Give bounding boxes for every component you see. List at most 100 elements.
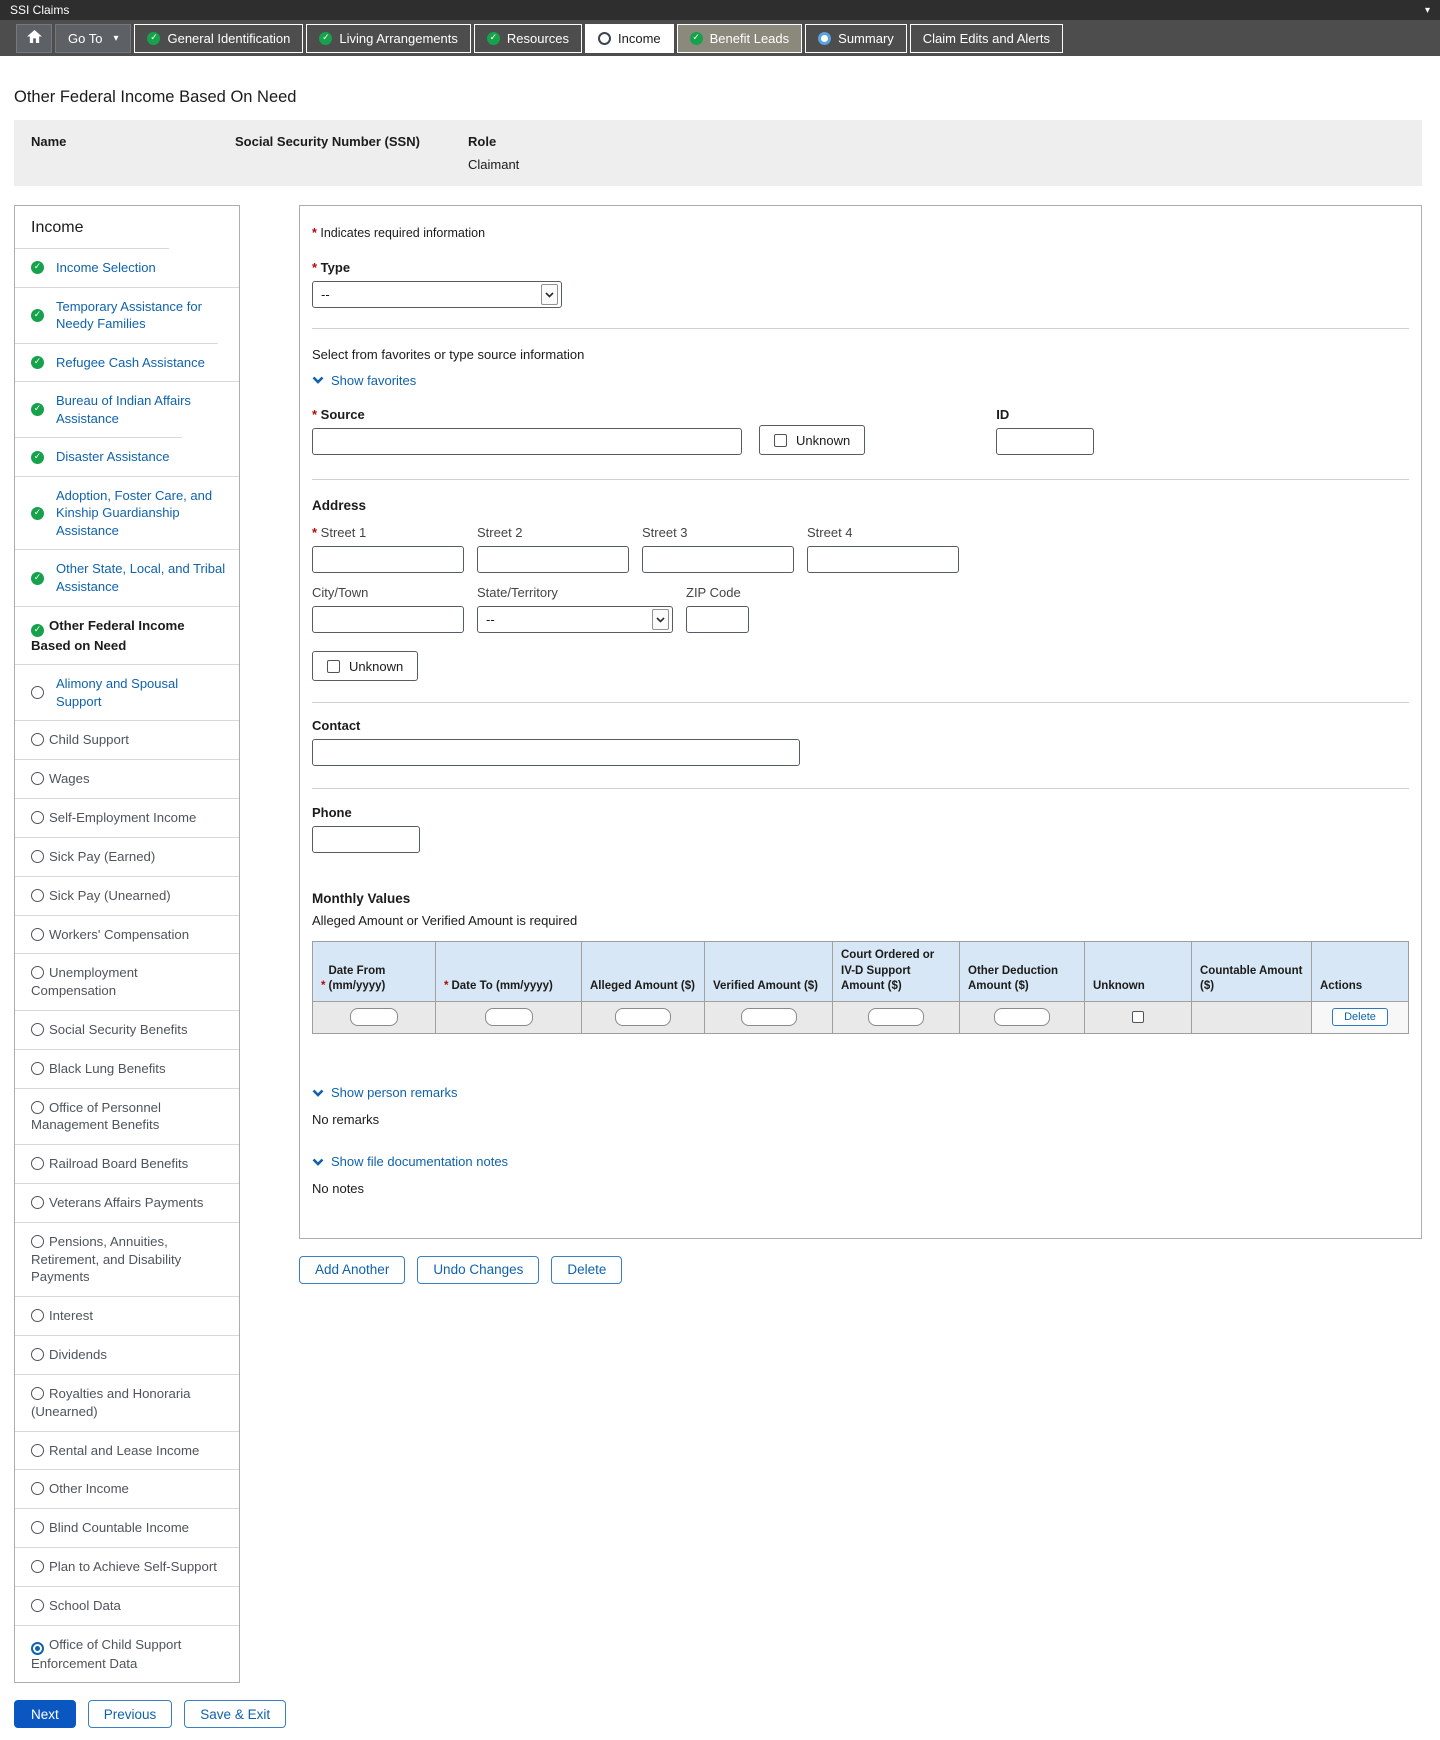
- sidebar-item[interactable]: Pensions, Annuities, Retirement, and Dis…: [15, 1221, 239, 1296]
- unknown-checkbox[interactable]: [1132, 1011, 1144, 1024]
- show-favorites-link[interactable]: Show favorites: [312, 373, 416, 388]
- save-exit-button[interactable]: Save & Exit: [184, 1700, 287, 1729]
- nav-tab[interactable]: Resources: [473, 23, 582, 53]
- alleged-amount-input[interactable]: [615, 1008, 671, 1027]
- nav-tab[interactable]: Summary: [805, 23, 907, 53]
- sidebar-item[interactable]: Sick Pay (Unearned): [15, 875, 239, 915]
- next-button[interactable]: Next: [14, 1700, 76, 1729]
- source-input[interactable]: [312, 428, 742, 455]
- sidebar-item[interactable]: Sick Pay (Earned): [15, 836, 239, 876]
- street3-input[interactable]: [642, 546, 794, 573]
- other-deduction-amount-input[interactable]: [994, 1008, 1050, 1027]
- verified-amount-cell: [705, 1001, 833, 1033]
- page-actions: Next Previous Save & Exit: [14, 1700, 1422, 1729]
- row-delete-button[interactable]: Delete: [1332, 1008, 1388, 1027]
- sidebar-item-label: Blind Countable Income: [49, 1520, 190, 1536]
- sidebar-item[interactable]: Adoption, Foster Care, and Kinship Guard…: [15, 475, 239, 550]
- item-status-icon: [31, 888, 44, 902]
- sidebar-item[interactable]: Dividends: [15, 1335, 239, 1374]
- street4-input[interactable]: [807, 546, 959, 573]
- sidebar-item[interactable]: Office of Personnel Management Benefits: [15, 1087, 239, 1145]
- contact-input[interactable]: [312, 739, 800, 766]
- nav-tab[interactable]: Income: [585, 23, 674, 53]
- home-icon: [26, 30, 42, 46]
- sidebar-item[interactable]: Workers' Compensation: [15, 914, 239, 954]
- item-status-icon: [31, 1234, 44, 1248]
- nav-tab[interactable]: Living Arrangements: [306, 23, 471, 53]
- nav-tab[interactable]: General Identification: [134, 23, 304, 53]
- city-input[interactable]: [312, 606, 464, 633]
- sidebar-item-label: Dividends: [49, 1347, 107, 1363]
- sidebar-title: Income: [31, 219, 84, 236]
- street1-input[interactable]: [312, 546, 464, 573]
- tab-status-icon: [486, 31, 500, 45]
- previous-button[interactable]: Previous: [87, 1700, 173, 1729]
- address-unknown-toggle[interactable]: Unknown: [312, 651, 419, 681]
- monthly-values-note: Alleged Amount or Verified Amount is req…: [312, 913, 578, 928]
- checkbox-icon[interactable]: [327, 659, 340, 673]
- sidebar-item[interactable]: Social Security Benefits: [15, 1009, 239, 1049]
- select-chevron-icon: [541, 284, 558, 305]
- sidebar-item[interactable]: Other Income: [15, 1469, 239, 1508]
- phone-label: Phone: [312, 805, 352, 820]
- sidebar-item[interactable]: Veterans Affairs Payments: [15, 1183, 239, 1222]
- person-ssn-column: Social Security Number (SSN): [235, 134, 468, 172]
- show-person-remarks-link[interactable]: Show person remarks: [312, 1085, 457, 1100]
- sidebar-item[interactable]: Alimony and Spousal Support: [15, 664, 239, 720]
- sidebar-item[interactable]: Blind Countable Income: [15, 1508, 239, 1547]
- sidebar-item[interactable]: Self-Employment Income: [15, 798, 239, 837]
- sidebar-item[interactable]: Plan to Achieve Self-Support: [15, 1546, 239, 1586]
- street2-field: Street 2: [477, 525, 629, 573]
- address-section-label: Address: [312, 498, 367, 513]
- sidebar-item[interactable]: Child Support: [15, 720, 239, 759]
- court-ordered-amount-input[interactable]: [868, 1008, 924, 1027]
- sidebar-item[interactable]: Bureau of Indian Affairs Assistance: [15, 381, 239, 437]
- sidebar-item[interactable]: Interest: [15, 1296, 239, 1335]
- sidebar-item[interactable]: Office of Child Support Enforcement Data: [15, 1624, 239, 1683]
- source-field: Source: [312, 407, 742, 455]
- date-to-input[interactable]: [484, 1008, 533, 1027]
- select-chevron-icon: [652, 609, 669, 630]
- sidebar-item[interactable]: Royalties and Honoraria (Unearned): [15, 1373, 239, 1431]
- sidebar-item[interactable]: Other Federal Income Based on Need: [15, 605, 239, 665]
- sidebar-item[interactable]: Unemployment Compensation: [15, 953, 239, 1010]
- nav-tab[interactable]: Claim Edits and Alerts: [909, 23, 1063, 53]
- required-asterisk: *: [444, 980, 449, 993]
- zip-input[interactable]: [686, 606, 749, 633]
- undo-changes-button[interactable]: Undo Changes: [417, 1255, 540, 1284]
- add-another-button[interactable]: Add Another: [299, 1255, 406, 1284]
- sidebar-item[interactable]: Rental and Lease Income: [15, 1430, 239, 1470]
- state-field: State/Territory --: [477, 585, 673, 633]
- delete-button[interactable]: Delete: [551, 1255, 623, 1284]
- phone-input[interactable]: [312, 826, 420, 853]
- show-file-notes-link[interactable]: Show file documentation notes: [312, 1154, 508, 1169]
- item-status-icon: [31, 849, 44, 863]
- sidebar-item[interactable]: Refugee Cash Assistance: [15, 342, 218, 382]
- state-select[interactable]: --: [477, 606, 673, 633]
- verified-amount-input[interactable]: [740, 1008, 797, 1027]
- monthly-values-section: Monthly Values Alleged Amount or Verifie…: [312, 891, 1409, 1034]
- nav-tab[interactable]: Benefit Leads: [676, 23, 803, 53]
- item-status-icon: [31, 506, 44, 520]
- divider: [312, 788, 1409, 789]
- date-from-input[interactable]: [350, 1008, 398, 1027]
- sidebar-item[interactable]: Disaster Assistance: [15, 437, 183, 476]
- sidebar-item[interactable]: Black Lung Benefits: [15, 1048, 239, 1088]
- street2-input[interactable]: [477, 546, 629, 573]
- sidebar-item[interactable]: Other State, Local, and Tribal Assistanc…: [15, 549, 239, 605]
- source-unknown-toggle[interactable]: Unknown: [759, 425, 866, 455]
- column-header: Other Deduction Amount ($): [960, 942, 1085, 1002]
- sidebar-item[interactable]: Temporary Assistance for Needy Families: [15, 286, 239, 343]
- sidebar-item[interactable]: Railroad Board Benefits: [15, 1144, 239, 1183]
- id-input[interactable]: [996, 428, 1095, 455]
- role-label: Role: [468, 134, 497, 149]
- goto-dropdown[interactable]: Go To ▾: [55, 23, 132, 53]
- home-button[interactable]: [16, 23, 52, 53]
- titlebar-chevron-down-icon[interactable]: ▾: [1425, 5, 1430, 16]
- sidebar-item-label: Refugee Cash Assistance: [56, 354, 205, 370]
- sidebar-item[interactable]: Income Selection: [15, 248, 169, 287]
- checkbox-icon[interactable]: [774, 433, 787, 447]
- sidebar-item[interactable]: Wages: [15, 759, 239, 798]
- type-select[interactable]: --: [312, 281, 562, 308]
- sidebar-item[interactable]: School Data: [15, 1585, 239, 1625]
